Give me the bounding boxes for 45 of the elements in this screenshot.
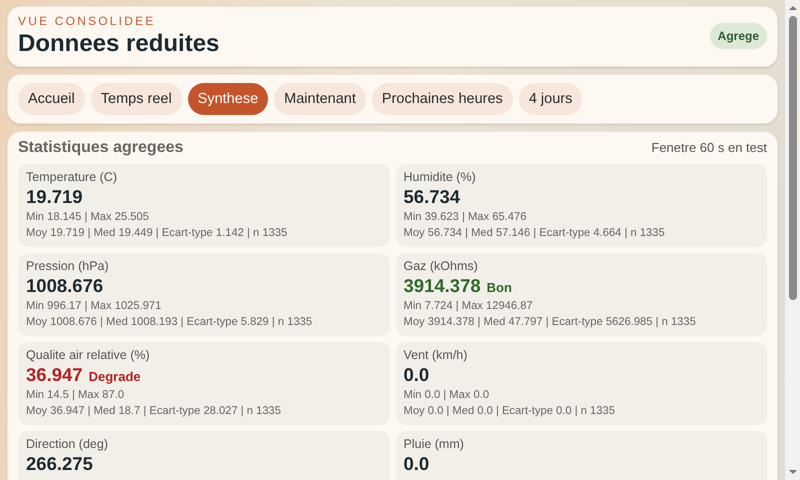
nav-tab[interactable]: 4 jours	[518, 83, 582, 115]
metric-summary: Moy 0.0 | Med 0.0 | Ecart-type 0.0 | n 1335	[404, 405, 616, 418]
metric-label: Qualite air relative (%)	[26, 348, 151, 362]
metric-range: Min 996.17 | Max 1025.971	[26, 300, 162, 313]
metric-summary: Moy 1008.676 | Med 1008.193 | Ecart-type 5.829 | n 1335	[26, 316, 314, 329]
window-note: Fenetre 60 s en test	[651, 140, 767, 155]
metric-summary: Moy 56.734 | Med 57.146 | Ecart-type 4.664 | n 1335	[404, 227, 666, 240]
metric-label: Temperature (C)	[26, 170, 118, 184]
metric-value: 0.0	[404, 453, 430, 475]
metric-label: Direction (deg)	[26, 437, 109, 451]
metric-value: 0.0	[404, 364, 430, 386]
metric-value: 3914.378	[404, 275, 481, 297]
nav-tab[interactable]: Prochaines heures	[372, 83, 513, 115]
scroll-thumb[interactable]	[788, 16, 796, 300]
metric-range: Min 7.724 | Max 12946.87	[404, 300, 534, 313]
metric-summary: Moy 3914.378 | Med 47.797 | Ecart-type 5626.985 | n 1335	[404, 316, 697, 329]
metric-label: Gaz (kOhms)	[404, 259, 479, 273]
scrollbar[interactable]	[785, 0, 800, 480]
nav-tab[interactable]: Maintenant	[274, 83, 366, 115]
metric-label: Humidite (%)	[404, 170, 477, 184]
metric-label: Vent (km/h)	[404, 348, 468, 362]
metric-label: Pression (hPa)	[26, 259, 110, 273]
metric-summary: Moy 19.719 | Med 19.449 | Ecart-type 1.142 | n 1335	[26, 227, 288, 240]
metric-label: Pluie (mm)	[404, 437, 465, 451]
metric-value: 266.275	[26, 453, 93, 475]
page-title: Donnees reduites	[18, 30, 220, 58]
metric-range: Min 14.5 | Max 87.0	[26, 389, 126, 402]
metric-status: Degrade	[88, 369, 141, 384]
nav-tab[interactable]: Accueil	[18, 83, 85, 115]
metric-summary: Moy 36.947 | Med 18.7 | Ecart-type 28.027 | n 1335	[26, 405, 282, 418]
section-title: Statistiques agregees	[18, 139, 184, 157]
metric-range: Min 39.623 | Max 65.476	[404, 211, 528, 224]
nav-tab[interactable]: Temps reel	[90, 83, 182, 115]
metric-status: Bon	[486, 280, 512, 295]
metric-range: Min 0.0 | Max 0.0	[404, 389, 490, 402]
scroll-up-icon[interactable]	[788, 6, 796, 10]
eyebrow-label: VUE CONSOLIDEE	[18, 14, 156, 28]
metric-value: 19.719	[26, 186, 83, 208]
scroll-down-icon[interactable]	[788, 470, 796, 474]
nav-tab[interactable]: Synthese	[188, 83, 268, 115]
metric-range: Min 18.145 | Max 25.505	[26, 211, 150, 224]
status-badge: Agrege	[710, 23, 767, 49]
metric-value: 56.734	[404, 186, 460, 208]
metric-value: 36.947	[26, 364, 83, 386]
metric-value: 1008.676	[26, 275, 104, 297]
